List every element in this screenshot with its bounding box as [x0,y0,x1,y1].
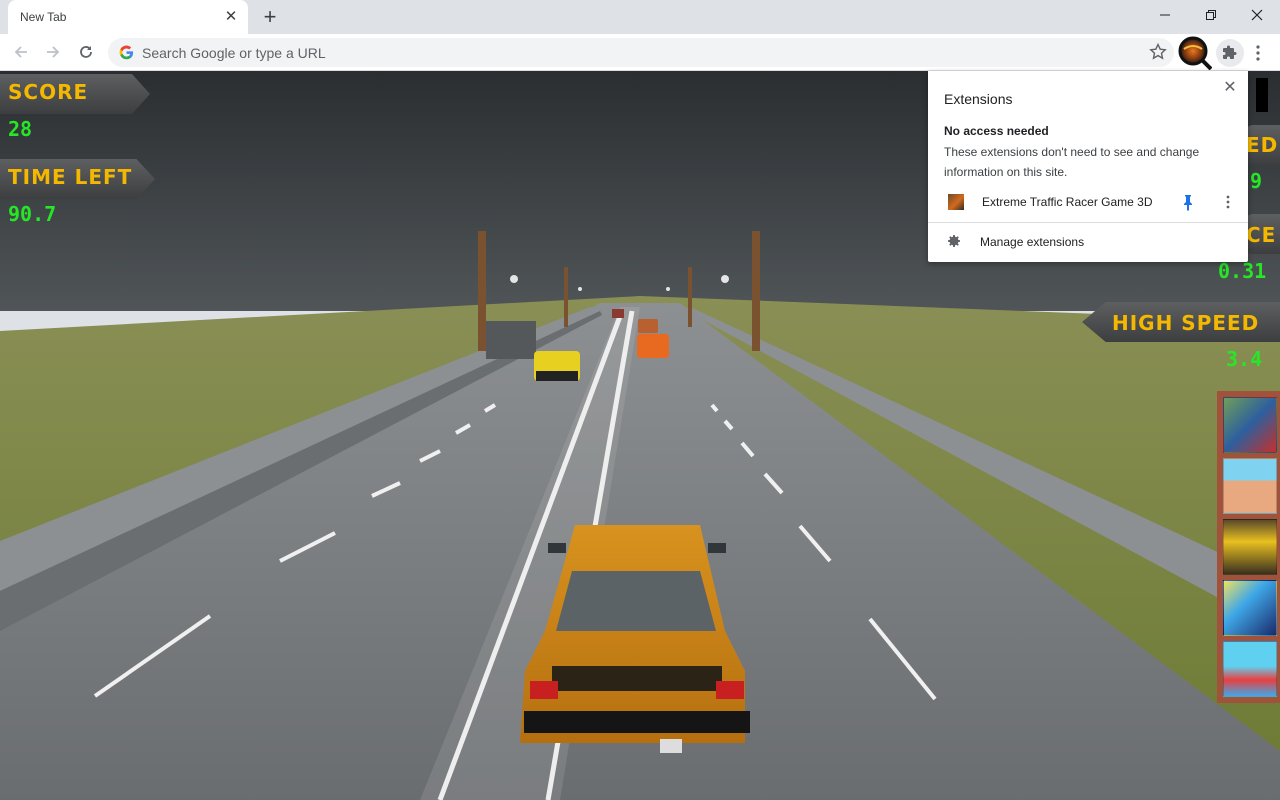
high-speed-value: 3.4 [1226,347,1263,371]
game-thumb-tug-the-table[interactable] [1223,641,1277,697]
restore-icon [1206,10,1216,20]
game-thumb-shoot-up[interactable] [1223,519,1277,575]
game-thumb-traffic-racing[interactable] [1223,397,1277,453]
back-arrow-icon [14,46,27,58]
puzzle-icon [1223,45,1237,59]
omnibox-placeholder: Search Google or type a URL [142,45,326,61]
distance-value: 0.31 [1218,259,1267,283]
pin-icon[interactable] [1180,193,1196,211]
game-thumb-jetpack-shooter[interactable] [1223,580,1277,636]
reload-button[interactable] [73,39,99,65]
popup-close-icon[interactable]: ✕ [1220,78,1240,98]
tab-close-icon[interactable]: ✕ [222,8,240,26]
forward-button[interactable] [40,39,66,65]
no-access-heading: No access needed [944,124,1049,138]
new-tab-button[interactable]: + [258,5,282,29]
minimize-icon [1160,14,1170,16]
hud-bar [1256,78,1268,112]
more-games-panel [1217,391,1280,703]
time-left-label: TIME LEFT [8,165,133,189]
close-icon [1251,9,1263,21]
high-speed-label: HIGH SPEED [1112,311,1260,335]
omnibox[interactable]: Search Google or type a URL [108,38,1174,67]
popup-title: Extensions [944,91,1013,107]
tab-title: New Tab [20,10,67,24]
manage-extensions-label: Manage extensions [980,235,1085,249]
extension-more-icon[interactable] [1220,193,1236,211]
tab-strip: New Tab ✕ + [0,0,1280,34]
window-close-button[interactable] [1234,0,1280,30]
score-value: 28 [8,117,33,141]
extension-name: Extreme Traffic Racer Game 3D [982,195,1153,209]
extensions-popup: Extensions ✕ No access needed These exte… [928,71,1248,262]
popup-divider [928,222,1248,223]
traffic-orange-car [637,334,669,358]
game-thumb-thumb-wrestling[interactable] [1223,458,1277,514]
google-g-icon [119,45,134,60]
bookmark-star-icon[interactable] [1148,42,1168,62]
traffic-truck [486,321,536,359]
tab-new-tab[interactable]: New Tab ✕ [8,0,248,34]
extreme-traffic-racer-extension-icon[interactable] [1178,36,1212,70]
extensions-button[interactable] [1216,39,1244,67]
distance-label: CE [1246,223,1277,247]
minimize-button[interactable] [1142,0,1188,30]
reload-icon [80,46,92,58]
speed-label: ED [1246,133,1279,157]
back-button[interactable] [8,39,34,65]
gear-icon [948,235,960,247]
restore-button[interactable] [1188,0,1234,30]
extension-game-icon [948,194,964,210]
browser-toolbar: Search Google or type a URL [0,34,1280,71]
forward-arrow-icon [47,46,60,58]
manage-extensions-button[interactable]: Manage extensions [928,231,1248,253]
no-access-description: These extensions don't need to see and c… [944,145,1200,179]
extension-item[interactable]: Extreme Traffic Racer Game 3D [928,189,1248,215]
speed-value: 9 [1250,169,1263,193]
chrome-menu-icon[interactable] [1250,41,1266,65]
time-left-value: 90.7 [8,202,57,226]
score-label: SCORE [8,80,89,104]
